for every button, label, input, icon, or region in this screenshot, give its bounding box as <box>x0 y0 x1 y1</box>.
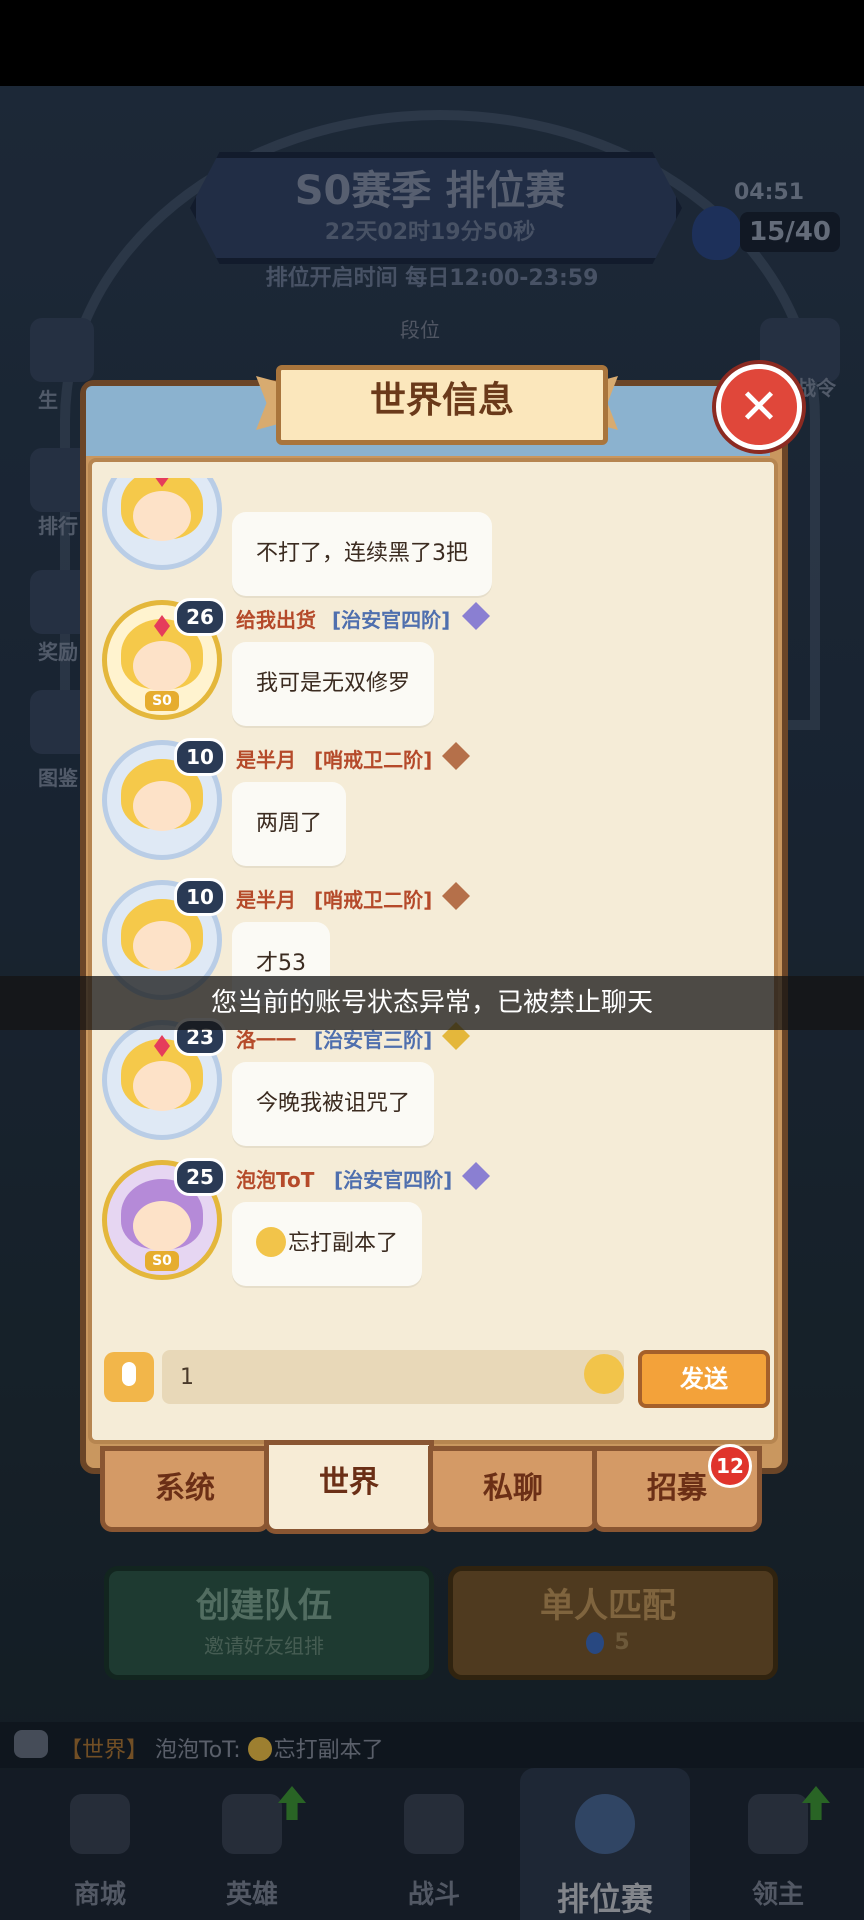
chat-input[interactable] <box>162 1350 624 1404</box>
send-button[interactable]: 发送 <box>638 1350 770 1408</box>
message-bubble: 不打了，连续黑了3把 <box>232 512 492 596</box>
rank-diamond-icon <box>442 882 470 910</box>
rank-title: [哨戒卫二阶] <box>314 888 433 912</box>
chat-list[interactable]: 不打了，连续黑了3把 S0 26 给我出货 [治安官四阶] 我可是无双修罗 10… <box>92 478 764 1333</box>
voice-input-button[interactable] <box>104 1352 154 1402</box>
frown-emoji-icon <box>256 1227 286 1257</box>
tab-private[interactable]: 私聊 <box>428 1446 598 1532</box>
rank-crystal-icon <box>462 1162 490 1190</box>
rank-diamond-icon <box>442 742 470 770</box>
sender-name[interactable]: 是半月 <box>236 884 296 913</box>
chat-message: S0 25 泡泡ToT [治安官四阶] 忘打副本了 <box>92 1158 764 1298</box>
chat-message: 23 洛一一 [治安官三阶] 今晚我被诅咒了 <box>92 1018 764 1158</box>
chat-banned-toast: 您当前的账号状态异常，已被禁止聊天 <box>0 976 864 1030</box>
rank-title: [治安官四阶] <box>332 608 451 632</box>
recruit-notification-badge: 12 <box>708 1444 752 1488</box>
level-badge: 10 <box>174 738 226 776</box>
message-bubble: 我可是无双修罗 <box>232 642 435 726</box>
chat-message: 10 是半月 [哨戒卫二阶] 两周了 <box>92 738 764 878</box>
message-text: 忘打副本了 <box>288 1231 399 1256</box>
sender-name[interactable]: 是半月 <box>236 744 296 773</box>
tab-world[interactable]: 世界 <box>264 1440 434 1534</box>
sender-name[interactable]: 给我出货 <box>236 604 316 633</box>
sender-name[interactable]: 泡泡ToT <box>236 1164 314 1193</box>
message-bubble: 两周了 <box>232 782 347 866</box>
rank-crystal-icon <box>462 602 490 630</box>
dialog-title: 世界信息 <box>369 380 514 421</box>
avatar[interactable] <box>102 478 222 570</box>
close-icon: ✕ <box>738 379 780 435</box>
level-badge: 10 <box>174 878 226 916</box>
message-bubble: 忘打副本了 <box>232 1202 423 1286</box>
chat-message: 不打了，连续黑了3把 <box>92 478 764 596</box>
tab-system[interactable]: 系统 <box>100 1446 270 1532</box>
rank-title: [哨戒卫二阶] <box>314 748 433 772</box>
level-badge: 26 <box>174 598 226 636</box>
level-badge: 25 <box>174 1158 226 1196</box>
close-button[interactable]: ✕ <box>716 364 802 450</box>
message-bubble: 今晚我被诅咒了 <box>232 1062 435 1146</box>
chat-message: S0 26 给我出货 [治安官四阶] 我可是无双修罗 <box>92 598 764 738</box>
rank-title: [治安官四阶] <box>334 1168 453 1192</box>
emoji-button[interactable] <box>584 1354 624 1394</box>
